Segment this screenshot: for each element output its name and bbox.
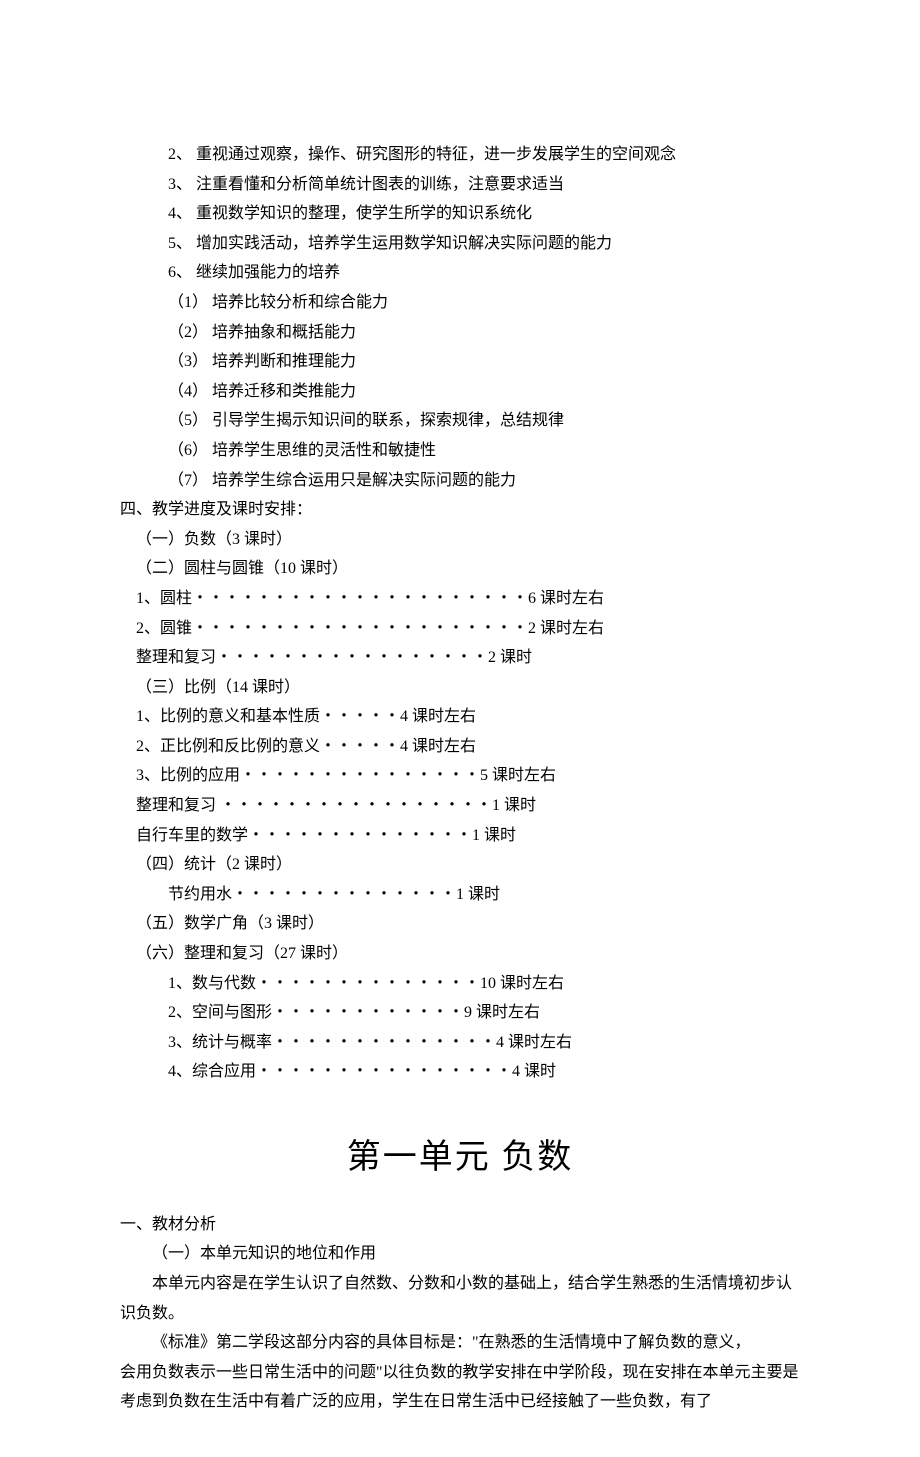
list-subitem: （2） 培养抽象和概括能力: [120, 318, 800, 348]
schedule-line: 3、统计与概率・・・・・・・・・・・・・・4 课时左右: [120, 1028, 800, 1058]
schedule-line: 2、正比例和反比例的意义・・・・・4 课时左右: [120, 732, 800, 762]
schedule-line: （一）负数（3 课时）: [120, 525, 800, 555]
list-subitem: （6） 培养学生思维的灵活性和敏捷性: [120, 436, 800, 466]
section-heading: 四、教学进度及课时安排：: [120, 495, 800, 525]
schedule-line: 2、空间与图形・・・・・・・・・・・・9 课时左右: [120, 998, 800, 1028]
list-subitem: （4） 培养迁移和类推能力: [120, 377, 800, 407]
schedule-line: 1、数与代数・・・・・・・・・・・・・・10 课时左右: [120, 969, 800, 999]
unit-body: 一、教材分析 （一）本单元知识的地位和作用 本单元内容是在学生认识了自然数、分数…: [120, 1210, 800, 1417]
list-subitem: （3） 培养判断和推理能力: [120, 347, 800, 377]
schedule-line: （五）数学广角（3 课时）: [120, 909, 800, 939]
body-paragraph: 《标准》第二学段这部分内容的具体目标是："在熟悉的生活情境中了解负数的意义，: [120, 1328, 800, 1358]
list-item: 6、 继续加强能力的培养: [120, 258, 800, 288]
schedule-line: 3、比例的应用・・・・・・・・・・・・・・・5 课时左右: [120, 761, 800, 791]
list-subitem: （7） 培养学生综合运用只是解决实际问题的能力: [120, 466, 800, 496]
schedule-line: （六）整理和复习（27 课时）: [120, 939, 800, 969]
subsection-heading: 一、教材分析: [120, 1210, 800, 1240]
schedule-line: 2、圆锥・・・・・・・・・・・・・・・・・・・・・2 课时左右: [120, 614, 800, 644]
section-four: 四、教学进度及课时安排： （一）负数（3 课时） （二）圆柱与圆锥（10 课时）…: [120, 495, 800, 1087]
unit-title: 第一单元 负数: [120, 1127, 800, 1190]
list-item: 4、 重视数学知识的整理，使学生所学的知识系统化: [120, 199, 800, 229]
subsection-subheading: （一）本单元知识的地位和作用: [120, 1239, 800, 1269]
body-paragraph: 本单元内容是在学生认识了自然数、分数和小数的基础上，结合学生熟悉的生活情境初步认…: [120, 1269, 800, 1328]
list-item: 5、 增加实践活动，培养学生运用数学知识解决实际问题的能力: [120, 229, 800, 259]
schedule-line: （二）圆柱与圆锥（10 课时）: [120, 554, 800, 584]
body-paragraph: 会用负数表示一些日常生活中的问题"以往负数的教学安排在中学阶段，现在安排在本单元…: [120, 1358, 800, 1417]
schedule-line: 4、综合应用・・・・・・・・・・・・・・・・4 课时: [120, 1057, 800, 1087]
list-item: 3、 注重看懂和分析简单统计图表的训练，注意要求适当: [120, 170, 800, 200]
schedule-line: （三）比例（14 课时）: [120, 673, 800, 703]
schedule-line: （四）统计（2 课时）: [120, 850, 800, 880]
schedule-line: 整理和复习 ・・・・・・・・・・・・・・・・・1 课时: [120, 791, 800, 821]
list-subitem: （5） 引导学生揭示知识间的联系，探索规律，总结规律: [120, 406, 800, 436]
list-subitem: （1） 培养比较分析和综合能力: [120, 288, 800, 318]
schedule-line: 1、比例的意义和基本性质・・・・・4 课时左右: [120, 702, 800, 732]
list-item: 2、 重视通过观察，操作、研究图形的特征，进一步发展学生的空间观念: [120, 140, 800, 170]
schedule-line: 节约用水・・・・・・・・・・・・・・1 课时: [120, 880, 800, 910]
schedule-line: 整理和复习・・・・・・・・・・・・・・・・・2 课时: [120, 643, 800, 673]
schedule-line: 1、圆柱・・・・・・・・・・・・・・・・・・・・・6 课时左右: [120, 584, 800, 614]
schedule-line: 自行车里的数学・・・・・・・・・・・・・・1 课时: [120, 821, 800, 851]
top-numbered-list: 2、 重视通过观察，操作、研究图形的特征，进一步发展学生的空间观念 3、 注重看…: [120, 140, 800, 495]
